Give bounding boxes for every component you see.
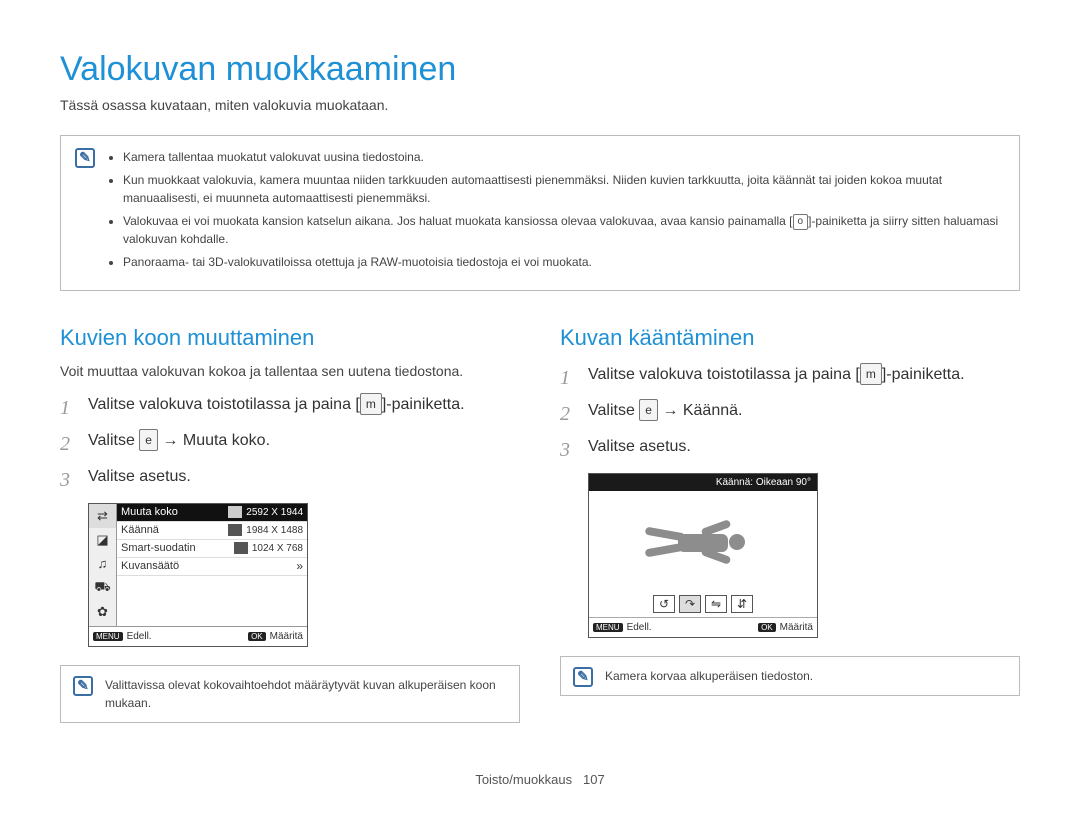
note-text: Valittavissa olevat kokovaihtoehdot määr…: [105, 678, 496, 710]
info-icon: ✎: [75, 148, 95, 168]
info-bullet: Valokuvaa ei voi muokata kansion katselu…: [123, 212, 1005, 249]
e-key-icon: e: [139, 429, 158, 451]
menu-row-resize[interactable]: Muuta koko 2592 X 1944: [117, 504, 307, 522]
info-bullet: Kamera tallentaa muokatut valokuvat uusi…: [123, 148, 1005, 167]
rotate-flip-h-button[interactable]: ⇋: [705, 595, 727, 613]
rotate-preview: [589, 491, 817, 591]
gear-icon[interactable]: ✿: [89, 600, 116, 624]
resize-steps: Valitse valokuva toistotilassa ja paina …: [60, 393, 520, 489]
info-icon: ✎: [73, 676, 93, 696]
footer-page-number: 107: [583, 772, 605, 787]
rotate-header: Käännä: Oikeaan 90°: [589, 474, 817, 491]
step-1: Valitse valokuva toistotilassa ja paina …: [560, 363, 1020, 387]
menu-blank: [117, 576, 307, 626]
info-bullet-text-a: Valokuvaa ei voi muokata kansion katselu…: [123, 214, 793, 228]
menu-key-badge: MENU: [93, 632, 123, 641]
menu-label: Muuta koko: [121, 506, 228, 518]
rotate-ccw-button[interactable]: ↺: [653, 595, 675, 613]
left-column: Kuvien koon muuttaminen Voit muuttaa val…: [60, 325, 520, 723]
footer-right-label: Määritä: [270, 631, 303, 642]
rotate-title: Kuvan kääntäminen: [560, 325, 1020, 351]
resize-title: Kuvien koon muuttaminen: [60, 325, 520, 351]
menu-row-rotate[interactable]: Käännä 1984 X 1488: [117, 522, 307, 540]
rotate-flip-v-button[interactable]: ⇵: [731, 595, 753, 613]
rotate-steps: Valitse valokuva toistotilassa ja paina …: [560, 363, 1020, 459]
camera-rotate-ui: Käännä: Oikeaan 90° ↺ ↷ ⇋ ⇵ MENU Edell.: [588, 473, 818, 638]
swap-icon[interactable]: ⇄: [89, 504, 116, 528]
menu-label: Kuvansäätö: [121, 560, 296, 572]
footer-left-label: Edell.: [627, 622, 652, 633]
menu-value: 1024 X 768: [252, 543, 303, 554]
top-info-box: ✎ Kamera tallentaa muokatut valokuvat uu…: [60, 135, 1020, 291]
step-1: Valitse valokuva toistotilassa ja paina …: [60, 393, 520, 417]
menu-value: 2592 X 1944: [246, 507, 303, 518]
info-bullet: Panoraama- tai 3D-valokuvatiloissa otett…: [123, 253, 1005, 272]
size-icon: [228, 506, 242, 518]
rotate-cw-button[interactable]: ↷: [679, 595, 701, 613]
footer-right-label: Määritä: [780, 622, 813, 633]
e-key-icon: e: [639, 399, 658, 421]
right-column: Kuvan kääntäminen Valitse valokuva toist…: [560, 325, 1020, 723]
menu-key-badge: MENU: [593, 623, 623, 632]
rotate-note: ✎ Kamera korvaa alkuperäisen tiedoston.: [560, 656, 1020, 696]
size-icon: [234, 542, 248, 554]
chevron-right-icon: »: [296, 559, 303, 573]
step-2: Valitse e → Käännä.: [560, 399, 1020, 423]
info-bullet: Kun muokkaat valokuvia, kamera muuntaa n…: [123, 171, 1005, 208]
page-intro: Tässä osassa kuvataan, miten valokuvia m…: [60, 97, 1020, 113]
resize-desc: Voit muuttaa valokuvan kokoa ja tallenta…: [60, 363, 520, 379]
ui-sidebar: ⇄ ◪ ♫ ⛟ ✿: [89, 504, 117, 626]
m-key-icon: m: [360, 393, 382, 415]
camera-icon[interactable]: ◪: [89, 528, 116, 552]
camera-resize-ui: ⇄ ◪ ♫ ⛟ ✿ Muuta koko 2592 X 1944 Kä: [88, 503, 308, 647]
menu-label: Smart-suodatin: [121, 542, 234, 554]
menu-row-adjust[interactable]: Kuvansäätö »: [117, 558, 307, 576]
menu-value: 1984 X 1488: [246, 525, 303, 536]
ui-footer: MENU Edell. OK Määritä: [89, 626, 307, 646]
footer-left-label: Edell.: [127, 631, 152, 642]
info-icon: ✎: [573, 667, 593, 687]
m-key-icon: m: [860, 363, 882, 385]
resize-note: ✎ Valittavissa olevat kokovaihtoehdot mä…: [60, 665, 520, 723]
menu-label: Käännä: [121, 524, 228, 536]
size-icon: [228, 524, 242, 536]
page-title: Valokuvan muokkaaminen: [60, 50, 1020, 89]
vehicle-icon[interactable]: ⛟: [89, 576, 116, 600]
footer-section: Toisto/muokkaus: [475, 772, 572, 787]
page-footer: Toisto/muokkaus 107: [0, 772, 1080, 787]
step-2: Valitse e → Muuta koko.: [60, 429, 520, 453]
note-text: Kamera korvaa alkuperäisen tiedoston.: [605, 669, 813, 683]
ok-key-badge: OK: [758, 623, 776, 632]
step-3: Valitse asetus.: [560, 435, 1020, 459]
rotate-controls: ↺ ↷ ⇋ ⇵: [589, 591, 817, 617]
o-key-icon: o: [793, 214, 809, 230]
ok-key-badge: OK: [248, 632, 266, 641]
rotate-footer: MENU Edell. OK Määritä: [589, 617, 817, 637]
menu-row-filter[interactable]: Smart-suodatin 1024 X 768: [117, 540, 307, 558]
person-silhouette: [643, 516, 763, 566]
music-icon[interactable]: ♫: [89, 552, 116, 576]
step-3: Valitse asetus.: [60, 465, 520, 489]
